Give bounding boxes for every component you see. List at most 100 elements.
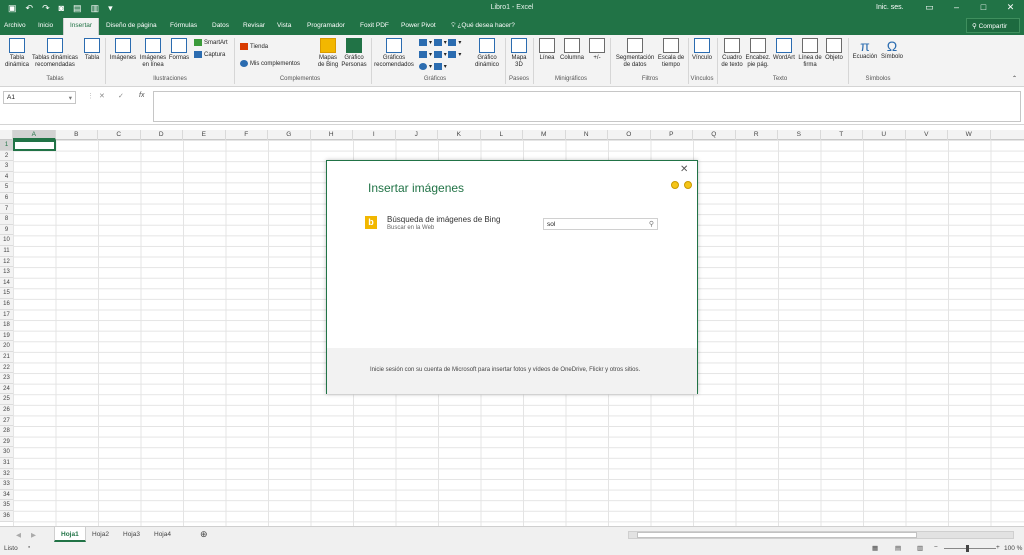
bing-search-input[interactable]: sol ⚲ bbox=[543, 218, 658, 230]
column-header[interactable]: F bbox=[226, 130, 268, 140]
sparkline-line-button[interactable]: Línea bbox=[536, 38, 558, 62]
sparkline-winloss-button[interactable]: +/- bbox=[587, 38, 607, 62]
row-header[interactable]: 14 bbox=[0, 277, 13, 289]
pivot-chart-button[interactable]: Gráfico dinámico bbox=[472, 38, 502, 69]
zoom-level[interactable]: 100 % bbox=[1004, 545, 1022, 552]
column-header[interactable]: O bbox=[608, 130, 651, 140]
column-header[interactable]: J bbox=[396, 130, 438, 140]
row-header[interactable]: 7 bbox=[0, 203, 13, 215]
smile-icon[interactable] bbox=[671, 181, 679, 189]
pictures-button[interactable]: Imágenes bbox=[109, 38, 137, 62]
row-header[interactable]: 25 bbox=[0, 394, 13, 405]
share-button[interactable]: ⚲ Compartir bbox=[966, 18, 1020, 33]
tab-vista[interactable]: Vista bbox=[277, 22, 291, 29]
row-header[interactable]: 4 bbox=[0, 171, 13, 183]
zoom-slider-thumb[interactable] bbox=[966, 545, 969, 552]
sheet-tab[interactable]: Hoja4 bbox=[148, 527, 177, 542]
smartart-button[interactable]: SmartArt bbox=[194, 39, 228, 46]
row-header[interactable]: 20 bbox=[0, 341, 13, 352]
row-header[interactable]: 1 bbox=[0, 140, 13, 151]
header-footer-button[interactable]: Encabez. pie pág. bbox=[745, 38, 771, 69]
sparkline-column-button[interactable]: Columna bbox=[558, 38, 586, 62]
link-button[interactable]: Vínculo bbox=[690, 38, 714, 62]
row-header[interactable]: 31 bbox=[0, 458, 13, 469]
online-pictures-button[interactable]: Imágenes en línea bbox=[138, 38, 168, 69]
tab-archivo[interactable]: Archivo bbox=[4, 22, 26, 29]
tab-insertar[interactable]: Insertar bbox=[63, 18, 100, 35]
column-header[interactable]: I bbox=[353, 130, 396, 140]
shapes-button[interactable]: Formas bbox=[168, 38, 190, 62]
column-header[interactable]: D bbox=[141, 130, 183, 140]
column-header[interactable]: T bbox=[821, 130, 863, 140]
screenshot-button[interactable]: Captura bbox=[194, 51, 225, 58]
row-header[interactable]: 15 bbox=[0, 288, 13, 299]
search-icon[interactable]: ⚲ bbox=[649, 220, 654, 228]
confirm-entry-icon[interactable]: ✓ bbox=[118, 92, 124, 100]
tab-revisar[interactable]: Revisar bbox=[243, 22, 265, 29]
pie-chart-button[interactable]: ▾ ▾ bbox=[419, 63, 447, 70]
row-header[interactable]: 3 bbox=[0, 161, 13, 172]
column-header[interactable]: U bbox=[863, 130, 906, 140]
page-break-icon[interactable]: ▥ bbox=[917, 544, 923, 552]
tab-datos[interactable]: Datos bbox=[212, 22, 229, 29]
maximize-icon[interactable]: □ bbox=[970, 2, 997, 13]
row-header[interactable]: 21 bbox=[0, 352, 13, 363]
row-header[interactable]: 30 bbox=[0, 447, 13, 458]
row-header[interactable]: 2 bbox=[0, 150, 13, 162]
row-header[interactable]: 11 bbox=[0, 246, 13, 257]
page-layout-icon[interactable]: ▤ bbox=[895, 544, 901, 552]
tab-formulas[interactable]: Fórmulas bbox=[170, 22, 197, 29]
row-header[interactable]: 10 bbox=[0, 235, 13, 246]
row-header[interactable]: 24 bbox=[0, 383, 13, 395]
row-header[interactable]: 16 bbox=[0, 299, 13, 310]
row-header[interactable]: 29 bbox=[0, 436, 13, 448]
row-header[interactable]: 18 bbox=[0, 320, 13, 331]
row-header[interactable]: 13 bbox=[0, 267, 13, 278]
column-header[interactable]: C bbox=[98, 130, 141, 140]
macro-record-icon[interactable]: ▪ bbox=[28, 544, 30, 551]
column-header[interactable]: N bbox=[566, 130, 608, 140]
tab-diseno-pagina[interactable]: Diseño de página bbox=[106, 22, 157, 29]
frown-icon[interactable] bbox=[684, 181, 692, 189]
symbol-button[interactable]: Ω Símbolo bbox=[879, 38, 905, 61]
column-header[interactable]: K bbox=[438, 130, 481, 140]
timeline-button[interactable]: Escala de tiempo bbox=[657, 38, 685, 69]
insert-function-icon[interactable]: fx bbox=[139, 92, 144, 99]
table-button[interactable]: Tabla bbox=[82, 38, 102, 62]
my-addins-button[interactable]: Mis complementos bbox=[240, 60, 300, 67]
zoom-out-icon[interactable]: − bbox=[934, 544, 938, 551]
tab-power-pivot[interactable]: Power Pivot bbox=[401, 22, 436, 29]
row-header[interactable]: 27 bbox=[0, 415, 13, 427]
equation-button[interactable]: π Ecuación bbox=[851, 38, 879, 61]
close-window-icon[interactable]: ✕ bbox=[997, 2, 1024, 13]
collapse-ribbon-icon[interactable]: ⌃ bbox=[1012, 75, 1017, 82]
row-header[interactable]: 5 bbox=[0, 182, 13, 193]
3d-map-button[interactable]: Mapa 3D bbox=[508, 38, 530, 69]
normal-view-icon[interactable]: ▦ bbox=[872, 544, 878, 552]
row-header[interactable]: 36 bbox=[0, 511, 13, 522]
row-header[interactable]: 8 bbox=[0, 214, 13, 225]
selected-cell[interactable] bbox=[13, 140, 56, 151]
column-header[interactable]: W bbox=[948, 130, 991, 140]
column-chart-button[interactable]: ▾ ▾ ▾ bbox=[419, 39, 461, 46]
next-sheet-icon[interactable]: ▶ bbox=[25, 527, 42, 542]
object-button[interactable]: Objeto bbox=[823, 38, 845, 62]
column-header[interactable]: E bbox=[183, 130, 226, 140]
sheet-tab[interactable]: Hoja3 bbox=[117, 527, 146, 542]
row-header[interactable]: 34 bbox=[0, 489, 13, 501]
close-icon[interactable]: ✕ bbox=[680, 164, 688, 175]
select-all-corner[interactable] bbox=[0, 130, 13, 140]
text-box-button[interactable]: Cuadro de texto bbox=[719, 38, 745, 69]
wordart-button[interactable]: WordArt bbox=[771, 38, 797, 62]
column-header[interactable]: R bbox=[736, 130, 778, 140]
recommended-charts-button[interactable]: Gráficos recomendados bbox=[374, 38, 414, 69]
row-header[interactable]: 32 bbox=[0, 468, 13, 480]
signature-line-button[interactable]: Línea de firma bbox=[797, 38, 823, 69]
column-header[interactable]: Q bbox=[693, 130, 736, 140]
cancel-entry-icon[interactable]: ✕ bbox=[99, 92, 105, 100]
horizontal-scrollbar[interactable] bbox=[628, 531, 1014, 539]
row-header[interactable]: 6 bbox=[0, 193, 13, 204]
row-header[interactable]: 35 bbox=[0, 500, 13, 511]
column-header[interactable]: L bbox=[481, 130, 523, 140]
column-header[interactable]: A bbox=[13, 130, 56, 140]
